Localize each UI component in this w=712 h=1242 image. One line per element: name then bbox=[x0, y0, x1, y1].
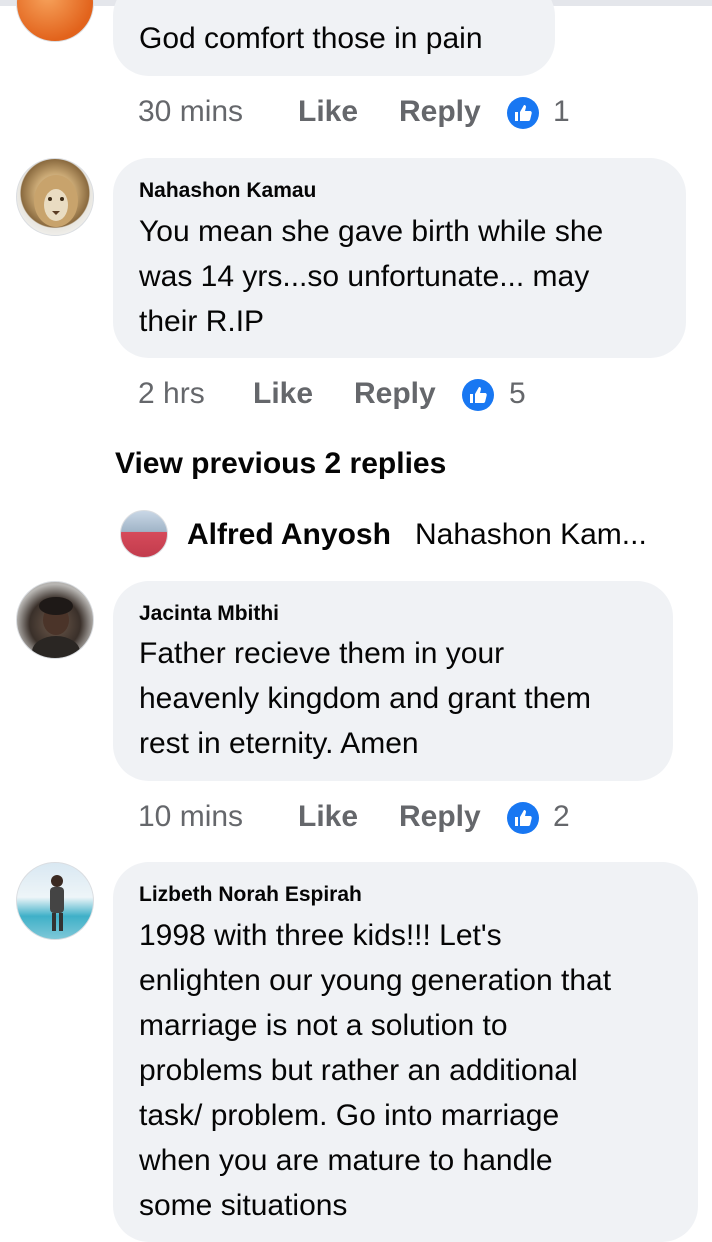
comment-text-line: was 14 yrs...so unfortunate... may bbox=[139, 260, 590, 293]
comment-timestamp: 30 mins bbox=[138, 95, 244, 128]
comment-text-line: problems but rather an additional bbox=[139, 1054, 578, 1087]
comment-bubble: Nahashon Kamau You mean she gave birth w… bbox=[113, 158, 686, 358]
comment-text-line: enlighten our young generation that bbox=[139, 964, 612, 997]
avatar[interactable] bbox=[120, 510, 168, 558]
avatar[interactable] bbox=[16, 158, 94, 236]
avatar[interactable] bbox=[16, 581, 94, 659]
person-avatar-image bbox=[32, 597, 80, 658]
comment-text-line: marriage is not a solution to bbox=[139, 1009, 508, 1042]
avatar[interactable] bbox=[16, 0, 94, 42]
comment-meta: 10 mins Like Reply 2 bbox=[138, 797, 638, 837]
like-thumb-icon bbox=[462, 379, 494, 411]
comment-text: God comfort those in pain bbox=[139, 22, 483, 55]
like-thumb-icon bbox=[507, 97, 539, 129]
avatar[interactable] bbox=[16, 862, 94, 940]
person-avatar-image bbox=[50, 875, 64, 931]
reply-preview-author[interactable]: Alfred Anyosh bbox=[187, 515, 391, 555]
comment-meta: 2 hrs Like Reply 5 bbox=[138, 374, 638, 414]
comment-bubble: Lizbeth Norah Espirah 1998 with three ki… bbox=[113, 862, 698, 1242]
reply-button[interactable]: Reply bbox=[354, 374, 436, 414]
reaction-count[interactable]: 5 bbox=[509, 374, 526, 414]
comment-text-line: 1998 with three kids!!! Let's bbox=[139, 919, 502, 952]
reply-button[interactable]: Reply bbox=[399, 797, 481, 837]
comment-text-line: heavenly kingdom and grant them bbox=[139, 682, 591, 715]
comment-text-line: You mean she gave birth while she bbox=[139, 215, 604, 248]
comment-timestamp: 10 mins bbox=[138, 800, 244, 833]
comment-author[interactable]: Nahashon Kamau bbox=[139, 179, 316, 203]
comment-text-line: when you are mature to handle bbox=[139, 1144, 553, 1177]
like-button[interactable]: Like bbox=[298, 797, 358, 837]
comment-bubble: Jacinta Mbithi Father recieve them in yo… bbox=[113, 581, 673, 781]
reaction-count[interactable]: 2 bbox=[553, 797, 570, 837]
like-button[interactable]: Like bbox=[253, 374, 313, 414]
like-thumb-icon bbox=[507, 802, 539, 834]
reply-button[interactable]: Reply bbox=[399, 92, 481, 132]
lion-avatar-image bbox=[34, 175, 78, 227]
comment-text-line: task/ problem. Go into marriage bbox=[139, 1099, 560, 1132]
comment-text-line: their R.IP bbox=[139, 305, 265, 338]
reaction-count[interactable]: 1 bbox=[553, 92, 570, 132]
view-previous-replies-link[interactable]: View previous 2 replies bbox=[115, 444, 446, 484]
comment-bubble: God comfort those in pain bbox=[113, 0, 555, 76]
comment-meta: 30 mins Like Reply 1 bbox=[138, 92, 638, 132]
comment-timestamp: 2 hrs bbox=[138, 377, 205, 410]
comment-author[interactable]: Lizbeth Norah Espirah bbox=[139, 883, 362, 907]
comment-author[interactable]: Jacinta Mbithi bbox=[139, 602, 279, 626]
comment-text-line: some situations bbox=[139, 1189, 348, 1222]
reply-preview-text[interactable]: Nahashon Kam... bbox=[415, 515, 647, 555]
comment-text-line: rest in eternity. Amen bbox=[139, 727, 419, 760]
like-button[interactable]: Like bbox=[298, 92, 358, 132]
comment-text-line: Father recieve them in your bbox=[139, 637, 505, 670]
